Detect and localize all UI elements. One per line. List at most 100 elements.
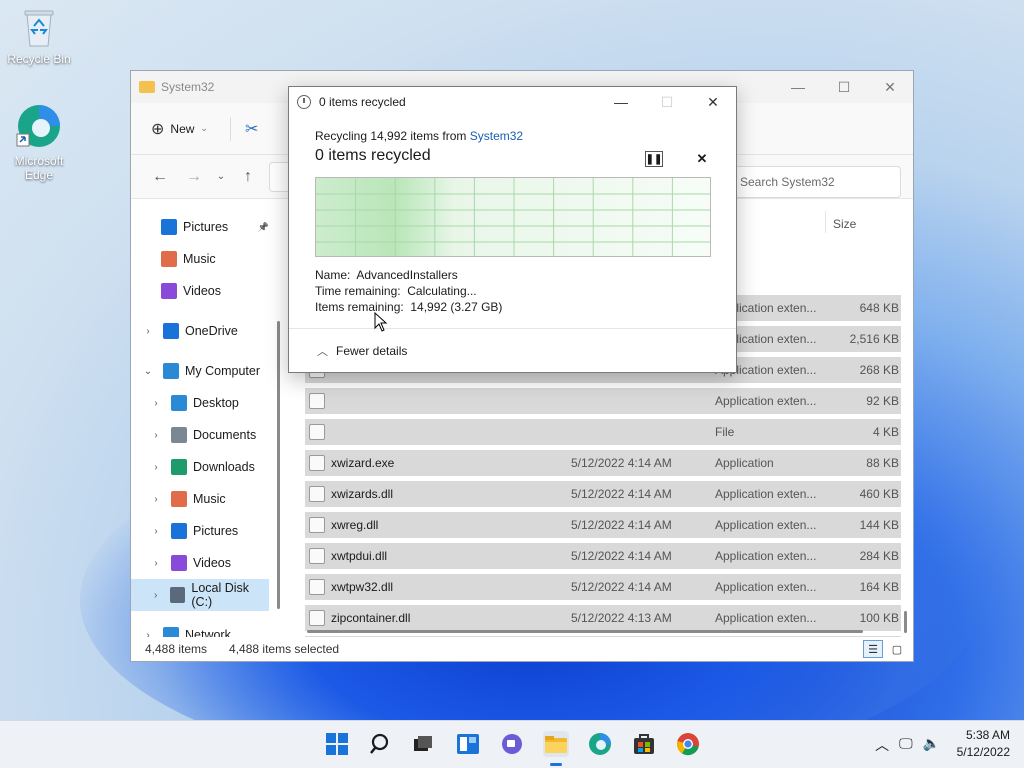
chevron-right-icon[interactable]: › [149,462,163,473]
clock[interactable]: 5:38 AM 5/12/2022 [957,727,1010,761]
maximize-button[interactable]: ☐ [821,72,867,102]
videos-icon [161,283,177,299]
pause-button[interactable]: ❚❚ [645,151,663,167]
search-input[interactable]: Search System32 [729,166,901,198]
dialog-minimize-button[interactable]: — [598,87,644,117]
chat-button[interactable] [499,731,525,757]
chevron-right-icon[interactable]: › [149,494,163,505]
file-size: 4 KB [872,425,899,439]
volume-icon[interactable]: 🔈 [923,735,940,755]
sidebar-item[interactable]: › Music [131,483,269,515]
sidebar-item[interactable]: › Local Disk (C:) [131,579,269,611]
sidebar-item[interactable]: › Downloads [131,451,269,483]
active-app-indicator [550,763,562,766]
dialog-titlebar[interactable]: 0 items recycled — ☐ ✕ [289,87,736,117]
column-header-size[interactable]: Size [833,217,856,231]
plus-icon: ⊕ [151,120,165,138]
file-row[interactable]: xwreg.dll 5/12/2022 4:14 AM Application ex… [305,512,901,538]
file-type: Application exten... [715,580,817,594]
application-icon [309,455,325,471]
pause-icon: ❚❚ [645,153,663,165]
close-button[interactable]: ✕ [867,72,913,102]
cancel-button[interactable]: ✕ [693,151,711,167]
forward-icon[interactable]: → [177,168,211,186]
back-icon[interactable]: ← [143,168,177,186]
pictures-icon [171,523,187,539]
chevron-down-icon[interactable]: ⌄ [141,366,155,377]
file-name: xwizards.dll [331,487,394,501]
sidebar-item[interactable]: › Videos [131,547,269,579]
network-status-icon[interactable]: 🖵 [899,735,913,755]
file-date: 5/12/2022 4:13 AM [571,611,672,625]
chevron-right-icon[interactable]: › [149,590,162,601]
recycle-progress-dialog: 0 items recycled — ☐ ✕ Recycling 14,992 … [288,86,737,373]
file-row[interactable]: File 4 KB [305,419,901,445]
file-type: Application [715,456,774,470]
sidebar-item-label: Downloads [193,460,255,474]
search-button[interactable] [368,731,394,757]
edge-icon [15,102,63,150]
horizontal-scrollbar[interactable] [307,630,863,633]
new-label: New [170,121,195,136]
detail-time-label: Time remaining: [315,284,401,298]
sidebar-item[interactable]: ⌄ My Computer [131,355,269,387]
file-row[interactable]: zipcontainer.dll 5/12/2022 4:13 AM Applica… [305,605,901,631]
detail-name-label: Name: [315,268,351,282]
chrome-taskbar-button[interactable] [675,731,701,757]
dll-file-icon [309,393,325,409]
edge-taskbar-button[interactable] [587,731,613,757]
file-row[interactable]: xwizard.exe 5/12/2022 4:14 AM Application 8… [305,450,901,476]
file-row[interactable]: Application exten... 92 KB [305,388,901,414]
new-button[interactable]: ⊕ New ⌄ [151,119,208,139]
chevron-down-icon: ⌄ [200,123,208,133]
mouse-cursor-icon [374,312,388,332]
sidebar-item[interactable]: Pictures 📌 [131,211,269,243]
sidebar-item[interactable]: Music [131,243,269,275]
sidebar-scrollbar[interactable] [277,321,280,609]
progress-graph-grid [316,178,710,256]
desktop-icon-edge[interactable]: Microsoft Edge [4,102,74,182]
desktop-icon-recycle-bin[interactable]: Recycle Bin [4,8,74,66]
recent-locations-icon[interactable]: ⌄ [211,171,231,182]
source-folder-link[interactable]: System32 [470,129,523,143]
up-icon[interactable]: ↑ [231,168,265,186]
sidebar-item-label: My Computer [185,364,261,378]
chevron-right-icon[interactable]: › [149,430,163,441]
file-size: 164 KB [859,580,899,594]
tiles-view-icon[interactable]: ▢ [887,640,907,658]
task-view-button[interactable] [410,731,436,757]
column-divider [825,211,826,233]
chevron-right-icon[interactable]: › [149,558,163,569]
file-row[interactable]: xwtpdui.dll 5/12/2022 4:14 AM Application … [305,543,901,569]
sidebar-item-label: Pictures [183,220,229,234]
widgets-icon [457,734,479,754]
dialog-close-button[interactable]: ✕ [690,87,736,117]
sidebar-item[interactable]: › Documents [131,419,269,451]
store-taskbar-button[interactable] [631,731,657,757]
chevron-right-icon[interactable]: › [141,326,155,337]
file-date: 5/12/2022 4:14 AM [571,456,672,470]
start-button[interactable] [324,731,350,757]
clock-time: 5:38 AM [965,728,1010,742]
fewer-details-label: Fewer details [336,344,408,358]
file-size: 88 KB [866,456,899,470]
chevron-up-icon[interactable]: ︿ [875,735,889,755]
file-explorer-taskbar-button[interactable] [543,731,569,757]
fewer-details-button[interactable]: ︿ Fewer details [317,343,407,359]
sidebar-item[interactable]: › Pictures [131,515,269,547]
toolbar-divider [229,116,231,141]
minimize-button[interactable]: — [775,72,821,102]
sidebar-item[interactable]: › Desktop [131,387,269,419]
file-list-scrollbar[interactable] [904,611,907,633]
cut-icon[interactable]: ✂ [245,119,258,139]
chevron-right-icon[interactable]: › [149,526,163,537]
details-view-icon[interactable]: ☰ [863,640,883,658]
sidebar-item[interactable]: › OneDrive [131,315,269,347]
chevron-right-icon[interactable]: › [149,398,163,409]
status-bar: 4,488 items 4,488 items selected ☰ ▢ [131,637,913,661]
recycling-summary: Recycling 14,992 items from System32 [315,129,713,143]
file-row[interactable]: xwizards.dll 5/12/2022 4:14 AM Application… [305,481,901,507]
sidebar-item[interactable]: Videos [131,275,269,307]
file-row[interactable]: xwtpw32.dll 5/12/2022 4:14 AM Application … [305,574,901,600]
widgets-button[interactable] [455,731,481,757]
